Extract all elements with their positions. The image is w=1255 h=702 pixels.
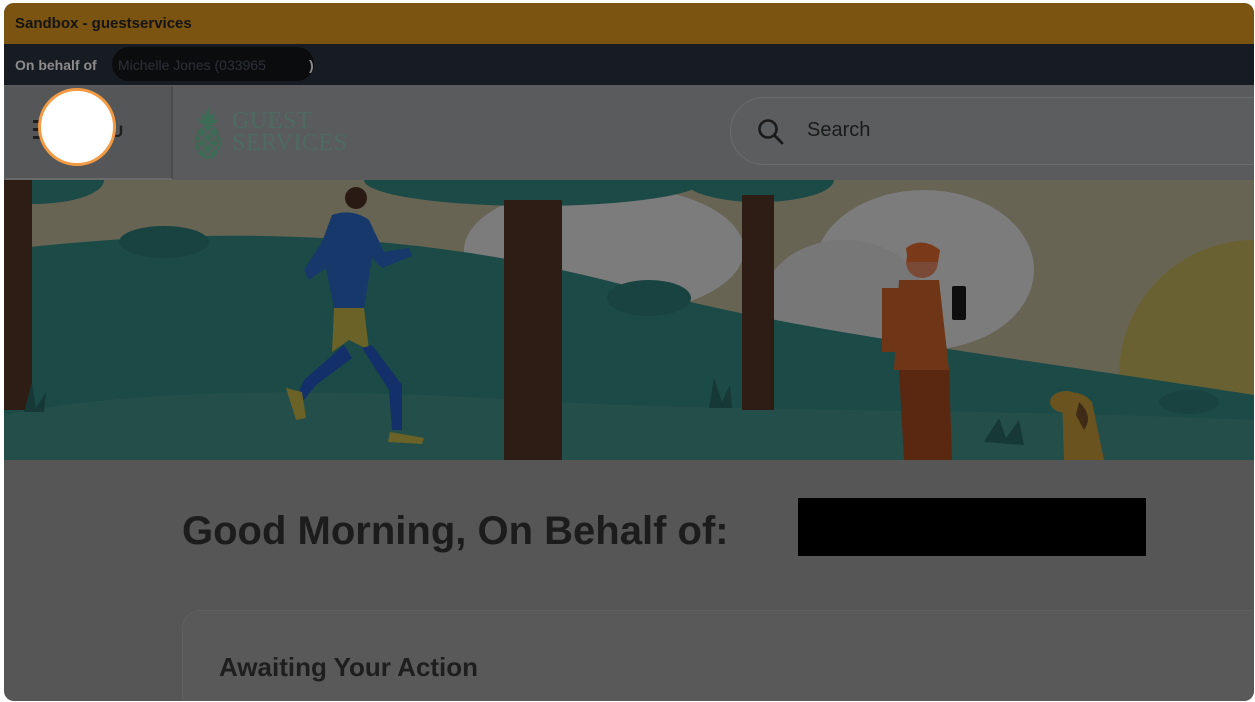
greeting-heading: Good Morning, On Behalf of:: [182, 509, 729, 553]
redacted-name: [798, 498, 1146, 556]
pineapple-logo-icon: [195, 106, 221, 159]
proxy-user-name: Michelle Jones (033965: [118, 57, 266, 73]
proxy-user-pill[interactable]: Michelle Jones (033965: [112, 47, 314, 81]
search-icon: [758, 119, 784, 145]
proxy-banner: On behalf of Michelle Jones (033965 ): [4, 44, 1254, 85]
hero-illustration: [4, 180, 1254, 460]
logo-line-2: SERVICES: [232, 130, 348, 156]
search-box[interactable]: [730, 97, 1254, 165]
guest-services-logo[interactable]: GUEST SERVICES: [232, 108, 348, 156]
sandbox-banner: Sandbox - guestservices: [4, 3, 1254, 44]
focus-highlight: [38, 88, 116, 166]
proxy-suffix: ): [309, 57, 314, 73]
app-window: Sandbox - guestservices On behalf of Mic…: [4, 3, 1254, 701]
awaiting-action-card: Awaiting Your Action: [182, 610, 1254, 701]
search-input[interactable]: [807, 116, 1207, 144]
top-header: U GUEST SERVICES: [4, 85, 1254, 180]
proxy-prefix: On behalf of: [15, 57, 97, 73]
awaiting-action-title: Awaiting Your Action: [219, 652, 479, 682]
sandbox-label: Sandbox - guestservices: [15, 15, 192, 32]
logo-line-1: GUEST: [232, 108, 312, 134]
